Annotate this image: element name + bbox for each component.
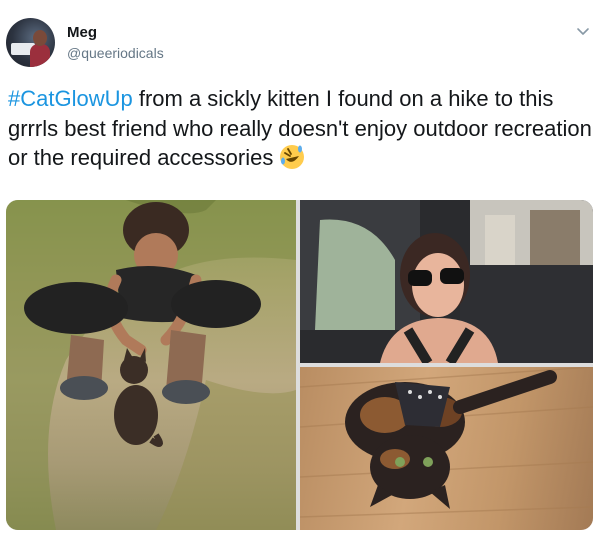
chevron-down-icon[interactable] xyxy=(574,22,592,40)
author-name[interactable]: Meg xyxy=(67,24,97,41)
rolling-on-floor-laughing-emoji xyxy=(280,145,305,169)
photo-hike-kitten[interactable] xyxy=(6,200,296,530)
photo-car-selfie[interactable] xyxy=(300,200,593,363)
media-grid[interactable] xyxy=(6,200,593,530)
photo-cat-floor[interactable] xyxy=(300,367,593,530)
tweet-text: #CatGlowUp from a sickly kitten I found … xyxy=(8,84,592,173)
avatar[interactable] xyxy=(6,18,55,67)
author-handle[interactable]: @queeriodicals xyxy=(67,45,164,61)
hashtag-link[interactable]: #CatGlowUp xyxy=(8,86,133,111)
tweet-header: Meg @queeriodicals xyxy=(6,18,594,70)
